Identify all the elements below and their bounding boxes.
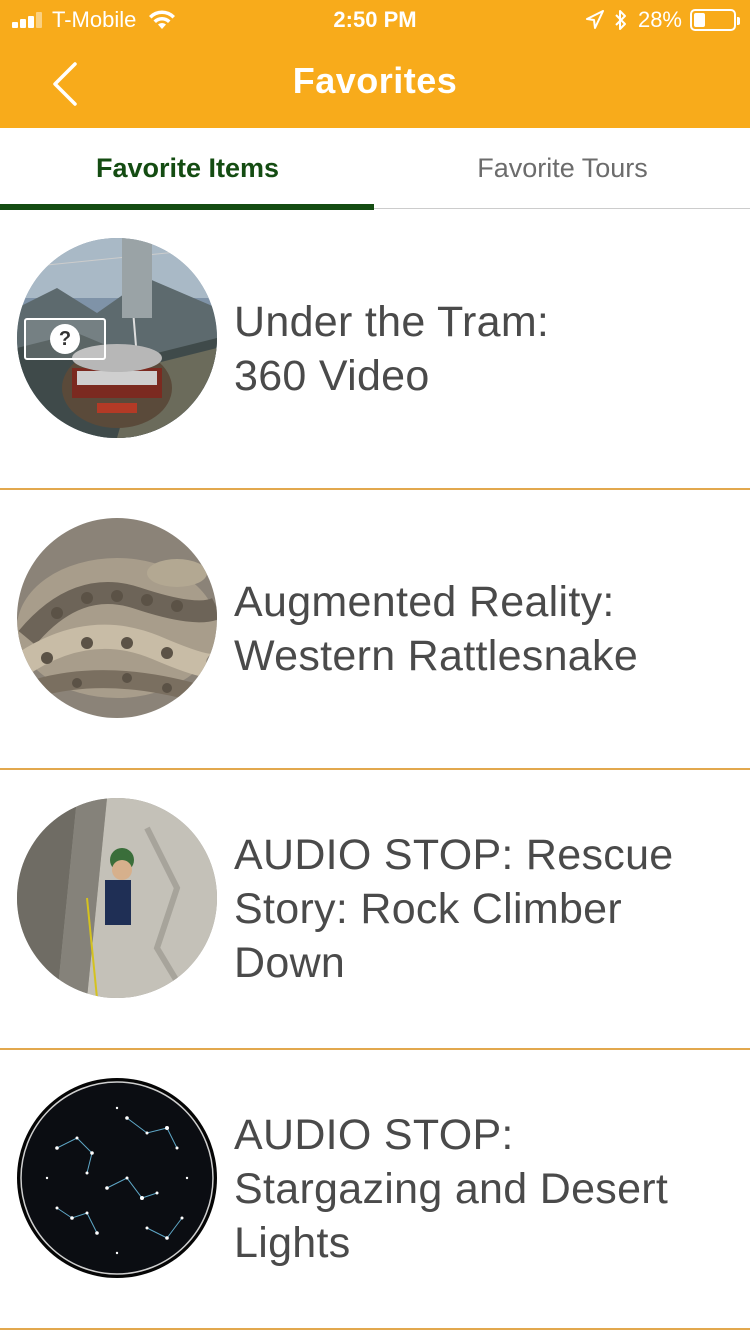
item-title: AUDIO STOP: Rescue Story: Rock Climber D… [234, 831, 674, 987]
rattlesnake-thumbnail [17, 518, 217, 718]
status-right: 28% [585, 7, 740, 33]
star-chart-photo [17, 1078, 217, 1278]
rock-climber-photo [17, 798, 217, 998]
tab-favorite-tours[interactable]: Favorite Tours [375, 128, 750, 208]
status-bar: T-Mobile 2:50 PM 28% [0, 0, 750, 40]
question-icon: ? [50, 324, 80, 354]
list-item[interactable]: Augmented Reality: Western Rattlesnake [0, 490, 750, 770]
list-item[interactable]: Under the Tram: 360 Video [0, 210, 750, 490]
battery-icon [690, 9, 740, 31]
bluetooth-icon [615, 10, 626, 30]
page-title: Favorites [292, 60, 458, 101]
item-title: Under the Tram: 360 Video [234, 298, 550, 400]
tab-bar: Favorite Items Favorite Tours [0, 128, 750, 210]
item-title: Augmented Reality: Western Rattlesnake [234, 578, 639, 680]
rattlesnake-photo [17, 518, 217, 718]
favorites-list: Under the Tram: 360 Video Augmented Real… [0, 210, 750, 1330]
list-item[interactable]: AUDIO STOP: Rescue Story: Rock Climber D… [0, 770, 750, 1050]
tab-favorite-items[interactable]: Favorite Items [0, 128, 375, 210]
list-item[interactable]: AUDIO STOP: Stargazing and Desert Lights [0, 1050, 750, 1330]
star-chart-thumbnail [17, 1078, 217, 1278]
app-header: T-Mobile 2:50 PM 28% Favorites [0, 0, 750, 128]
rock-climber-thumbnail [17, 798, 217, 998]
item-title: AUDIO STOP: Stargazing and Desert Lights [234, 1111, 669, 1267]
ar-badge: ? [24, 318, 106, 360]
battery-percent: 28% [637, 7, 682, 32]
location-arrow-icon [585, 10, 604, 29]
